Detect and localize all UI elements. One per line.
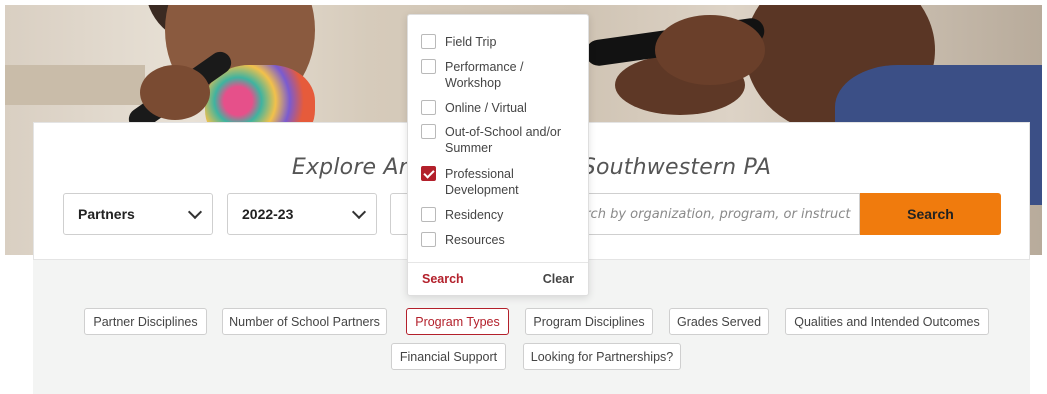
option-label: Field Trip [445, 35, 497, 49]
checkbox[interactable] [421, 207, 436, 222]
checkbox-checked[interactable] [421, 166, 436, 181]
option-label: Online / Virtual [445, 101, 527, 115]
option-field-trip[interactable]: Field Trip [421, 34, 496, 50]
filter-number-of-school-partners[interactable]: Number of School Partners [222, 308, 387, 335]
option-label: Professional Development [445, 167, 519, 197]
program-types-dropdown: Field Trip Performance / Workshop Online… [407, 14, 589, 296]
option-label: Performance / Workshop [445, 60, 524, 90]
option-online-virtual[interactable]: Online / Virtual [421, 100, 527, 116]
checkbox[interactable] [421, 34, 436, 49]
filter-grades-served[interactable]: Grades Served [669, 308, 769, 335]
year-select-value: 2022-23 [242, 206, 294, 222]
checkbox[interactable] [421, 100, 436, 115]
option-residency[interactable]: Residency [421, 207, 503, 223]
hero-hand-right [655, 15, 765, 85]
filter-looking-for-partnerships[interactable]: Looking for Partnerships? [523, 343, 681, 370]
option-label: Out-of-School and/or Summer [445, 125, 562, 155]
year-select[interactable]: 2022-23 [227, 193, 377, 235]
dropdown-clear-button[interactable]: Clear [543, 272, 574, 286]
dropdown-divider [408, 262, 588, 263]
hero-hand-left [140, 65, 210, 120]
search-button[interactable]: Search [860, 193, 1001, 235]
hero-shelf [5, 65, 145, 105]
dropdown-search-button[interactable]: Search [422, 272, 464, 286]
option-performance-workshop[interactable]: Performance / Workshop [421, 59, 561, 91]
chevron-down-icon [187, 204, 203, 219]
type-select[interactable]: Partners [63, 193, 213, 235]
filter-program-types[interactable]: Program Types [406, 308, 509, 335]
filter-qualities-outcomes[interactable]: Qualities and Intended Outcomes [785, 308, 989, 335]
option-label: Residency [445, 208, 504, 222]
option-label: Resources [445, 233, 505, 247]
option-out-of-school-summer[interactable]: Out-of-School and/or Summer [421, 124, 581, 156]
chevron-down-icon [351, 204, 367, 219]
search-input[interactable] [561, 194, 851, 234]
filter-partner-disciplines[interactable]: Partner Disciplines [84, 308, 207, 335]
checkbox[interactable] [421, 232, 436, 247]
filter-financial-support[interactable]: Financial Support [391, 343, 506, 370]
option-resources[interactable]: Resources [421, 232, 505, 248]
checkbox[interactable] [421, 59, 436, 74]
option-professional-development[interactable]: Professional Development [421, 166, 541, 198]
filter-program-disciplines[interactable]: Program Disciplines [525, 308, 653, 335]
checkbox[interactable] [421, 124, 436, 139]
type-select-value: Partners [78, 206, 135, 222]
